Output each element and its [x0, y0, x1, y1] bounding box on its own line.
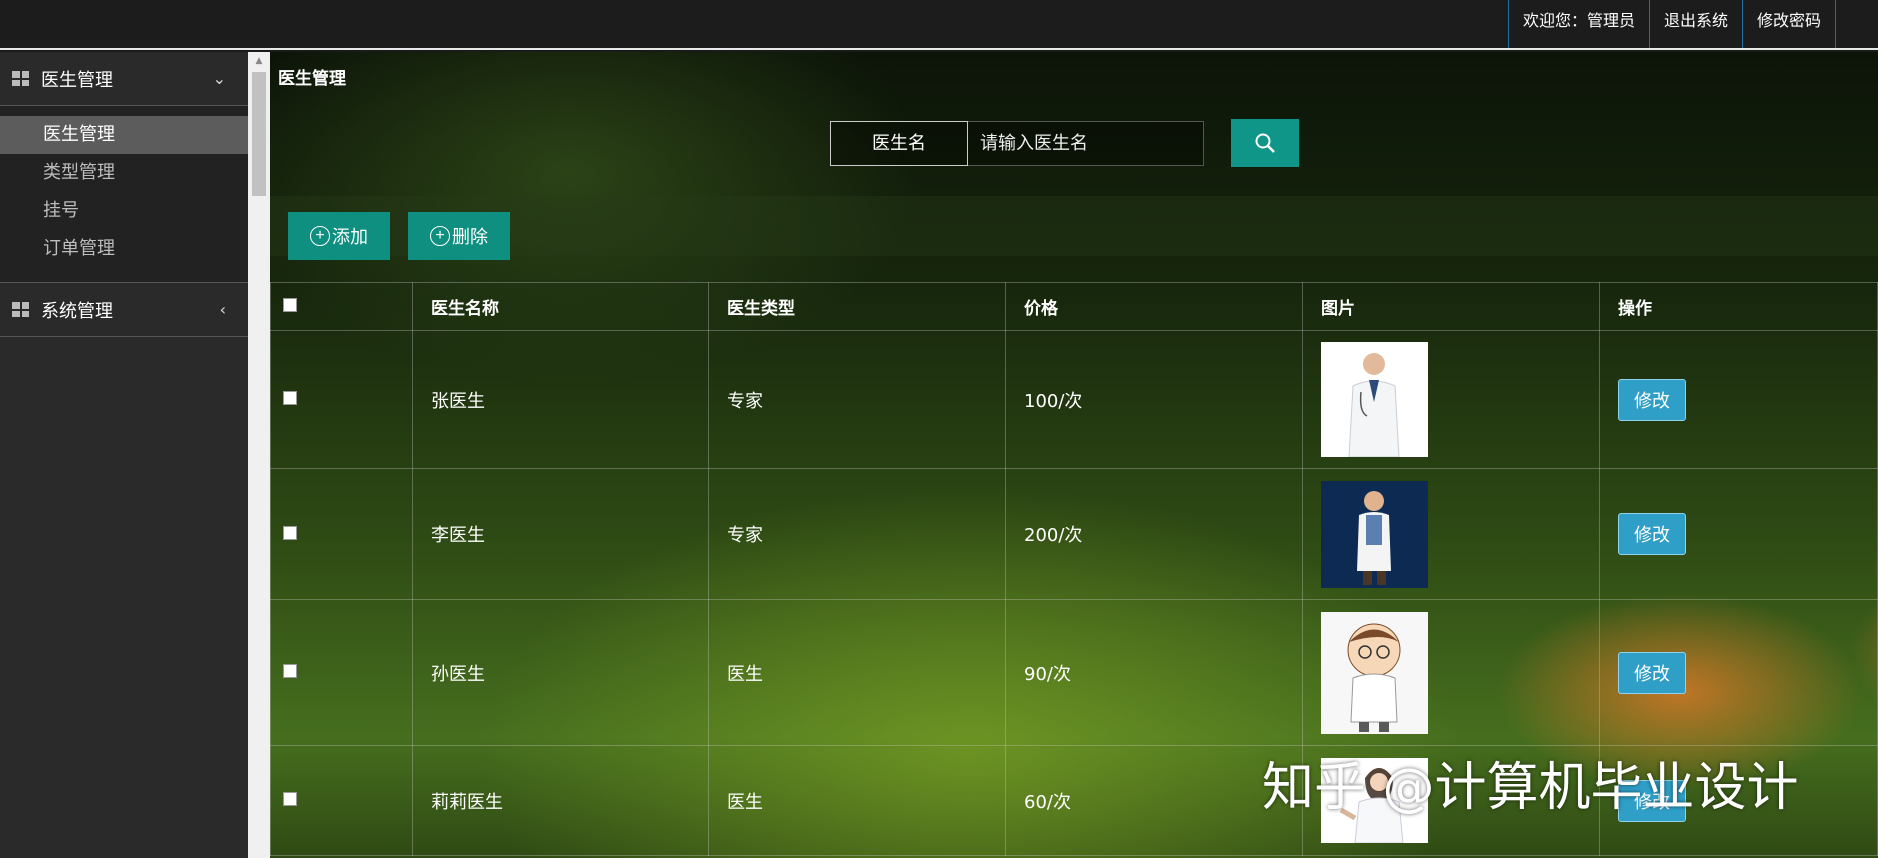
doctor-photo	[1321, 480, 1428, 588]
sidebar-group-label: 医生管理	[41, 69, 113, 91]
add-button[interactable]: + 添加	[288, 212, 390, 260]
doctor-photo	[1321, 611, 1428, 734]
delete-button[interactable]: + 删除	[408, 212, 510, 260]
select-all-cell	[270, 282, 413, 331]
row-checkbox[interactable]	[283, 391, 297, 405]
doctor-name: 莉莉医生	[412, 745, 709, 856]
edit-button[interactable]: 修改	[1618, 513, 1686, 555]
doctor-photo	[1321, 342, 1428, 457]
sidebar-group-label: 系统管理	[41, 300, 113, 322]
chevron-down-icon: ⌄	[212, 69, 226, 88]
search-label: 医生名	[830, 120, 968, 166]
column-header-type: 医生类型	[708, 282, 1006, 331]
edit-button[interactable]: 修改	[1618, 651, 1686, 694]
search-button[interactable]	[1231, 119, 1299, 167]
sidebar-item-registration[interactable]: 挂号	[0, 192, 248, 230]
doctor-price: 90/次	[1005, 599, 1303, 746]
table-row: 李医生 专家 200/次 修改	[270, 468, 1878, 600]
table-row: 孙医生 医生 90/次 修改	[270, 599, 1878, 746]
doctor-name: 孙医生	[412, 599, 709, 746]
sidebar-item-type-management[interactable]: 类型管理	[0, 154, 248, 192]
sidebar-item-order-management[interactable]: 订单管理	[0, 230, 248, 268]
page-title: 医生管理	[278, 69, 346, 89]
sidebar-submenu: 医生管理 类型管理 挂号 订单管理	[0, 106, 248, 283]
doctor-name: 张医生	[412, 330, 709, 469]
scrollbar[interactable]: ▲	[248, 52, 270, 858]
logout-link[interactable]: 退出系统	[1650, 0, 1743, 48]
chevron-left-icon: ‹	[219, 300, 226, 319]
doctor-price: 200/次	[1005, 468, 1303, 600]
column-header-image: 图片	[1302, 282, 1600, 331]
top-links: 欢迎您：管理员 退出系统 修改密码	[1507, 0, 1836, 48]
search-icon	[1255, 133, 1275, 153]
table-header-row: 医生名称 医生类型 价格 图片 操作	[270, 282, 1878, 331]
column-header-action: 操作	[1599, 282, 1878, 331]
row-checkbox[interactable]	[283, 664, 297, 678]
doctor-name: 李医生	[412, 468, 709, 600]
grid-icon	[12, 71, 29, 86]
scroll-up-arrow-icon[interactable]: ▲	[248, 52, 270, 70]
edit-button[interactable]: 修改	[1618, 378, 1686, 421]
top-bar: 欢迎您：管理员 退出系统 修改密码	[0, 0, 1878, 50]
scrollbar-thumb[interactable]	[252, 72, 266, 196]
toolbar: + 添加 + 删除	[270, 196, 1878, 260]
row-checkbox[interactable]	[283, 525, 297, 540]
column-header-price: 价格	[1005, 282, 1303, 331]
sidebar: 医生管理 ⌄ 医生管理 类型管理 挂号 订单管理 系统管理 ‹	[0, 52, 248, 858]
doctor-type: 医生	[708, 599, 1006, 746]
row-checkbox[interactable]	[283, 792, 297, 806]
plus-circle-icon: +	[310, 226, 330, 246]
sidebar-item-doctor-management[interactable]: 医生管理	[0, 116, 248, 154]
sidebar-group-doctor[interactable]: 医生管理 ⌄	[0, 52, 248, 106]
sidebar-group-system[interactable]: 系统管理 ‹	[0, 283, 248, 337]
select-all-checkbox[interactable]	[283, 297, 297, 312]
main-content: 医生管理 医生名 + 添加 + 删除 医生名称 医生类型 价格 图片	[270, 52, 1878, 858]
welcome-text: 欢迎您：管理员	[1509, 0, 1650, 48]
search-input[interactable]	[968, 120, 1204, 166]
search-bar: 医生名	[830, 119, 1299, 167]
change-password-link[interactable]: 修改密码	[1743, 0, 1836, 48]
table-row: 张医生 专家 100/次 修改	[270, 330, 1878, 469]
grid-icon	[12, 302, 29, 317]
doctor-type: 医生	[708, 745, 1006, 856]
doctor-type: 专家	[708, 330, 1006, 469]
doctor-type: 专家	[708, 468, 1006, 600]
watermark: 知乎 @计算机毕业设计	[1262, 758, 1799, 818]
plus-circle-icon: +	[430, 226, 450, 246]
doctor-price: 100/次	[1005, 330, 1303, 469]
doctor-price: 60/次	[1005, 745, 1303, 856]
column-header-name: 医生名称	[412, 282, 709, 331]
